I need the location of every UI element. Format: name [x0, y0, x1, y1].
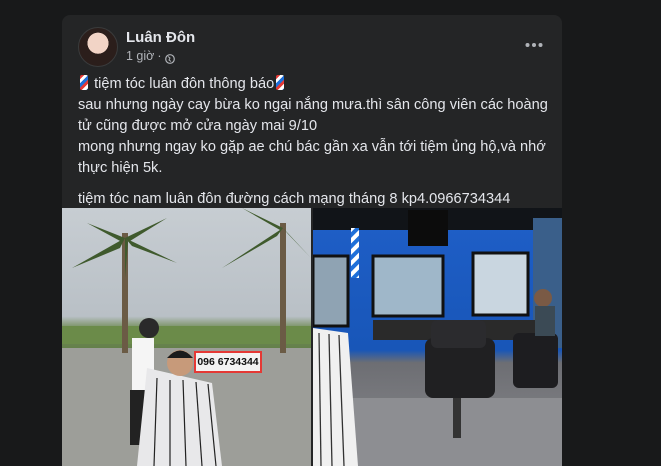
barber-pole-icon: [80, 75, 88, 90]
barbershop-scene: [313, 208, 562, 466]
photo-grid: 096 6734344: [62, 208, 562, 466]
more-options-button[interactable]: [522, 33, 546, 57]
post-line-1-text: tiệm tóc luân đôn thông báo: [94, 76, 275, 92]
outdoor-scene: [62, 208, 311, 466]
phone-number-label: 096 6734344: [197, 356, 259, 368]
post-line-2: sau nhưng ngày cay bừa ko ngại nắng mưa.…: [78, 97, 548, 134]
author-avatar[interactable]: [78, 27, 118, 67]
post-line-4: tiệm tóc nam luân đôn đường cách mạng th…: [78, 191, 511, 207]
photo-barbershop-interior[interactable]: [313, 208, 562, 466]
post-line-3: mong nhưng ngay ko gặp ae chú bác gần xa…: [78, 139, 546, 176]
phone-number-overlay: 096 6734344: [194, 351, 262, 373]
globe-icon: [164, 51, 175, 64]
more-horizontal-icon: [525, 42, 543, 48]
barber-pole-icon: [276, 75, 285, 90]
post-time-row: 1 giờ ·: [126, 47, 195, 65]
post-time[interactable]: 1 giờ: [126, 47, 154, 65]
post-meta: Luân Đôn 1 giờ ·: [126, 29, 195, 65]
post-card: Luân Đôn 1 giờ · tiệm tóc luân đôn thông…: [62, 15, 562, 466]
post-text: tiệm tóc luân đôn thông báo sau nhưng ng…: [78, 74, 550, 210]
post-header: Luân Đôn 1 giờ ·: [78, 27, 195, 67]
dot-separator: ·: [157, 49, 162, 63]
post-line-title: tiệm tóc luân đôn thông báo: [78, 74, 550, 95]
photo-outdoor-haircut[interactable]: 096 6734344: [62, 208, 311, 466]
author-name[interactable]: Luân Đôn: [126, 29, 195, 47]
